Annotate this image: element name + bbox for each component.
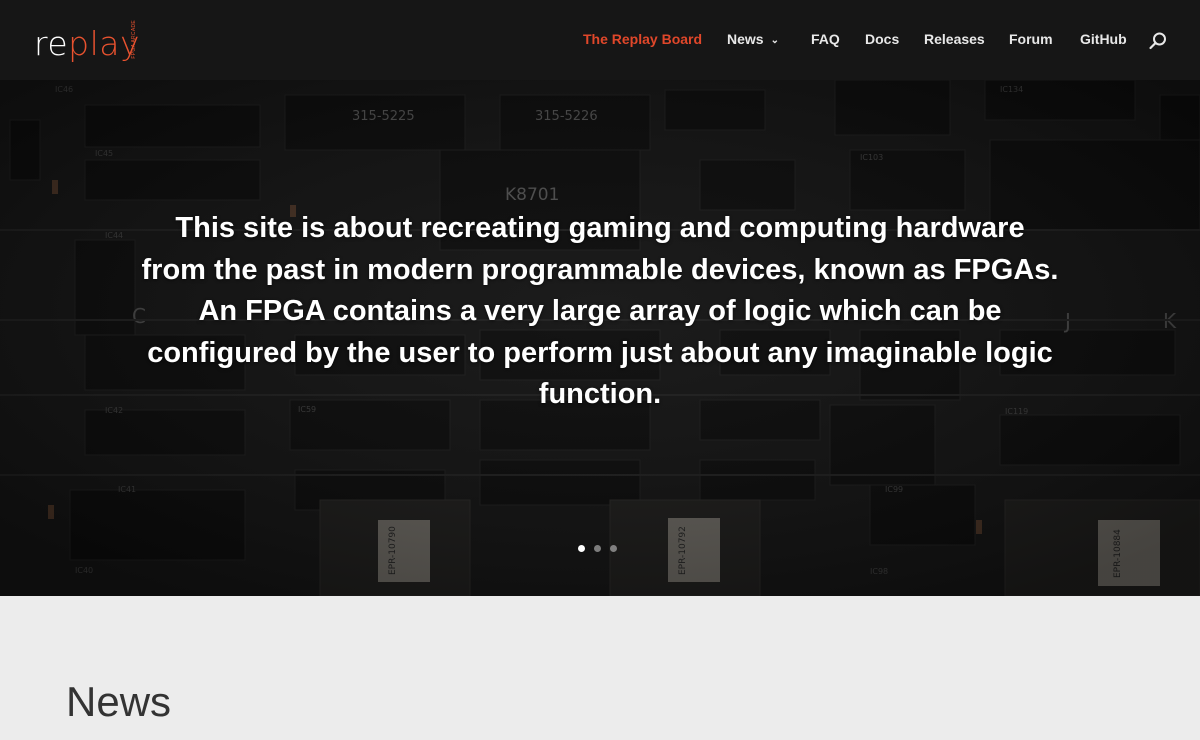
hero-slider: EPR-10790 EPR-10792 EPR-10884 315-5225 3… [0,80,1200,596]
slider-dot-1[interactable] [578,545,585,552]
hero-description: This site is about recreating gaming and… [141,212,1059,410]
slider-pagination [578,545,617,553]
nav-item-replay-board[interactable]: The Replay Board [583,31,702,49]
nav-item-news-label: News [727,31,764,47]
search-icon[interactable] [1148,31,1168,51]
slider-dot-2[interactable] [594,545,601,552]
site-header: replay FPGA ARCADE The Replay Board News… [0,0,1200,80]
news-section-title: News [66,678,172,725]
nav-item-docs[interactable]: Docs [865,31,899,49]
nav-item-faq[interactable]: FAQ [811,31,840,49]
nav-item-github[interactable]: GitHub [1080,31,1127,49]
nav-item-forum[interactable]: Forum [1009,31,1053,49]
slider-dot-3[interactable] [610,545,617,552]
chevron-down-icon: ⌄ [770,35,779,46]
nav-item-releases[interactable]: Releases [924,31,985,49]
nav-item-news[interactable]: News ⌄ [727,31,779,49]
main-nav: The Replay Board News ⌄ FAQ Docs Releases… [0,0,1200,80]
